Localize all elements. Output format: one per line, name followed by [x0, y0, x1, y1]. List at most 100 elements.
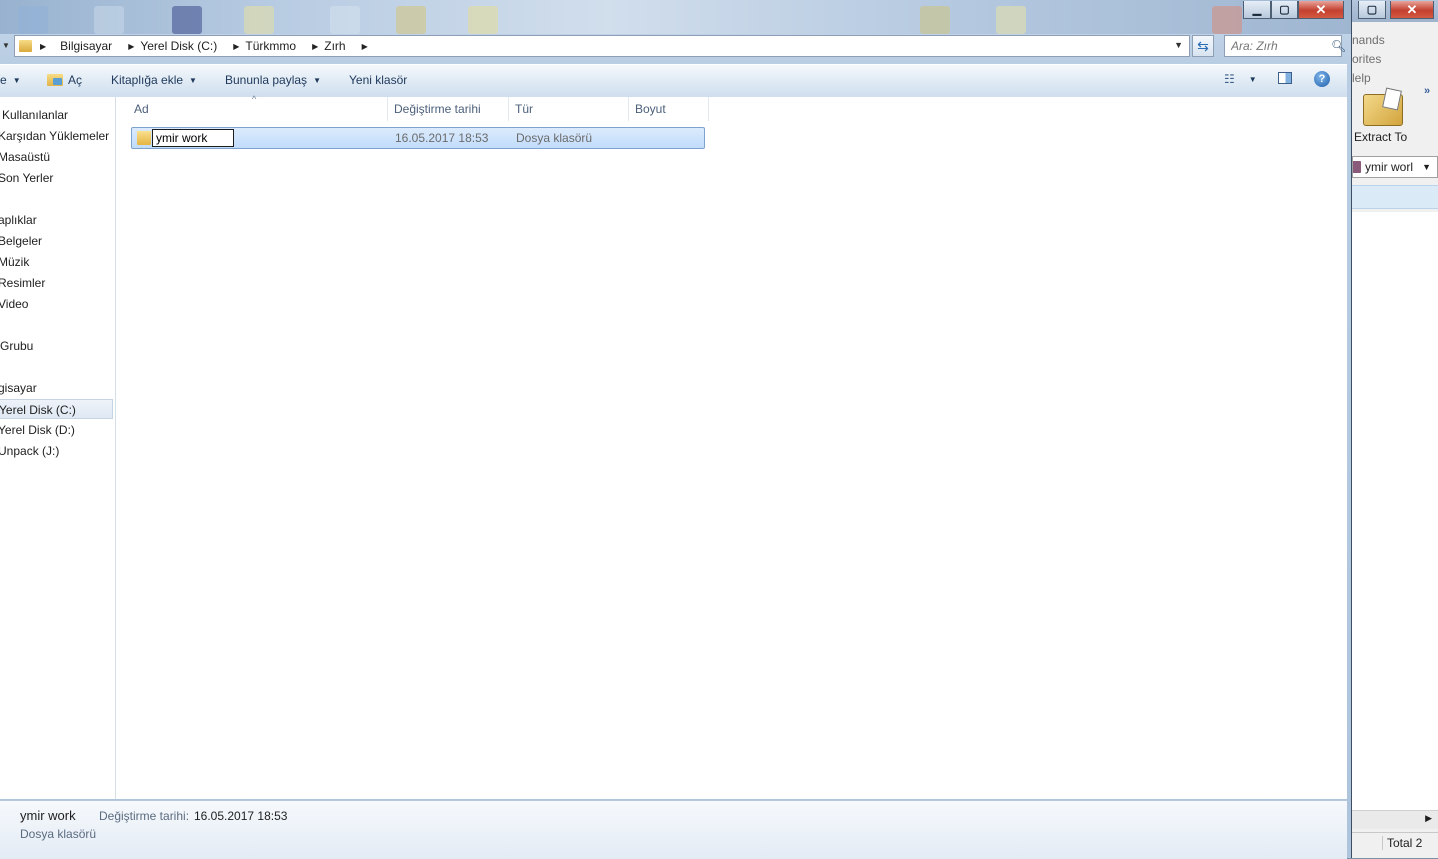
organize-button[interactable]: e ▼ — [0, 73, 21, 87]
maximize-button[interactable]: ▢ — [1271, 1, 1298, 19]
background-close-button[interactable]: ✕ — [1390, 1, 1434, 19]
nav-item-video[interactable]: Video — [0, 294, 113, 314]
nav-item-recent-places[interactable]: Son Yerler — [0, 168, 113, 188]
blurred-desktop-icon — [94, 6, 124, 34]
view-options-button[interactable]: ☷ ▼ — [1224, 72, 1257, 86]
search-box[interactable]: 🔍︎ — [1224, 35, 1346, 57]
blurred-desktop-icon — [996, 6, 1026, 34]
blurred-desktop-icon — [468, 6, 498, 34]
blurred-desktop-icon — [244, 6, 274, 34]
selected-list-row[interactable] — [1352, 185, 1438, 209]
horizontal-scrollbar[interactable]: ▶ — [1352, 810, 1438, 829]
toolbar-overflow-icon[interactable]: » — [1424, 85, 1430, 97]
command-bar: e ▼ Aç Kitaplığa ekle ▼ Bununla paylaş ▼ Ye… — [0, 64, 1347, 98]
details-modified-value: 16.05.2017 18:53 — [194, 809, 288, 823]
search-input[interactable] — [1229, 38, 1329, 54]
nav-item-documents[interactable]: Belgeler — [0, 231, 113, 251]
archive-file-list[interactable] — [1352, 212, 1438, 812]
status-total: Total 2 — [1382, 836, 1422, 850]
open-folder-icon — [47, 74, 63, 86]
minimize-icon: ▁ — [1252, 4, 1262, 16]
open-button[interactable]: Aç — [47, 73, 82, 87]
folder-icon — [19, 40, 32, 52]
address-bar[interactable]: ▶ Bilgisayar ▶ Yerel Disk (C:) ▶ Türkmmo… — [14, 35, 1190, 57]
preview-pane-icon — [1278, 72, 1292, 84]
column-header-modified[interactable]: Değiştirme tarihi — [388, 97, 509, 121]
details-modified-label: Değiştirme tarihi: — [99, 809, 190, 823]
extract-icon — [1363, 94, 1403, 126]
navigation-pane: Kullanılanlar Karşıdan Yüklemeler Masaüs… — [0, 97, 116, 799]
breadcrumb-separator-icon[interactable]: ▶ — [128, 42, 134, 51]
folder-icon — [137, 131, 151, 145]
add-to-library-button[interactable]: Kitaplığa ekle ▼ — [111, 73, 197, 87]
dropdown-arrow-icon: ▼ — [12, 75, 21, 85]
column-header-name[interactable]: Ad — [128, 97, 388, 121]
refresh-button[interactable]: ⇆ — [1192, 35, 1214, 57]
dropdown-arrow-icon: ▼ — [189, 75, 197, 85]
nav-item-homegroup[interactable]: Grubu — [0, 336, 115, 356]
rename-input[interactable] — [152, 129, 234, 147]
sort-ascending-icon: ^ — [252, 94, 257, 104]
close-icon: ✕ — [1406, 1, 1418, 17]
blurred-desktop-icon — [920, 6, 950, 34]
nav-item-drive-j[interactable]: Unpack (J:) — [0, 441, 113, 461]
breadcrumb-turkmmo[interactable]: Türkmmo — [245, 39, 296, 53]
archive-icon — [1353, 161, 1361, 173]
blurred-desktop-icon — [1212, 6, 1242, 34]
details-name: ymir work — [20, 808, 76, 823]
menu-item-help[interactable]: lelp — [1352, 71, 1371, 85]
breadcrumb-separator-icon[interactable]: ▶ — [312, 42, 318, 51]
breadcrumb-zirh[interactable]: Zırh — [324, 39, 345, 53]
nav-item-downloads[interactable]: Karşıdan Yüklemeler — [0, 126, 113, 146]
maximize-icon: ▢ — [1366, 4, 1378, 16]
search-icon[interactable]: 🔍︎ — [1331, 39, 1346, 53]
column-header-type[interactable]: Tür — [509, 97, 629, 121]
close-icon: ✕ — [1315, 1, 1327, 17]
view-options-icon: ☷ — [1224, 72, 1235, 86]
breadcrumb-separator-icon: ▶ — [40, 41, 47, 51]
row-modified: 16.05.2017 18:53 — [395, 131, 489, 145]
history-dropdown-icon[interactable]: ▼ — [2, 41, 10, 50]
blurred-desktop-icon — [396, 6, 426, 34]
file-list[interactable]: Ad ^ Değiştirme tarihi Tür Boyut 16.05.2… — [116, 94, 1347, 799]
scroll-right-icon[interactable]: ▶ — [1425, 813, 1432, 824]
table-row[interactable]: 16.05.2017 18:53 Dosya klasörü — [131, 127, 705, 149]
blurred-desktop-icon — [330, 6, 360, 34]
blurred-desktop-icon — [18, 6, 48, 34]
extract-to-button[interactable]: Extract To — [1354, 92, 1412, 150]
breadcrumb-separator-icon[interactable]: ▶ — [233, 42, 239, 51]
breadcrumb-yerel-disk[interactable]: Yerel Disk (C:) — [140, 39, 217, 53]
share-with-button[interactable]: Bununla paylaş ▼ — [225, 73, 321, 87]
row-type: Dosya klasörü — [516, 131, 593, 145]
new-folder-button[interactable]: Yeni klasör — [349, 73, 407, 87]
nav-item-drive-d[interactable]: Yerel Disk (D:) — [0, 420, 113, 440]
nav-header-computer[interactable]: gisayar — [0, 378, 113, 398]
nav-item-music[interactable]: Müzik — [0, 252, 113, 272]
address-dropdown-icon[interactable]: ▼ — [1174, 40, 1183, 50]
path-combo[interactable]: ymir worl ▼ — [1352, 156, 1438, 178]
dropdown-arrow-icon: ▼ — [313, 75, 321, 85]
nav-header-libraries[interactable]: aplıklar — [0, 210, 113, 230]
nav-item-recent[interactable]: Kullanılanlar — [2, 105, 115, 125]
menu-item-commands[interactable]: nands — [1352, 33, 1385, 47]
help-button[interactable]: ? — [1314, 71, 1330, 87]
background-maximize-button[interactable]: ▢ — [1358, 1, 1386, 19]
title-bar[interactable]: ▁ ▢ ✕ — [0, 0, 1351, 34]
minimize-button[interactable]: ▁ — [1243, 1, 1271, 19]
chevron-down-icon: ▼ — [1422, 162, 1431, 172]
breadcrumb-bilgisayar[interactable]: Bilgisayar — [60, 39, 112, 53]
menu-item-favorites[interactable]: orites — [1352, 52, 1381, 66]
blurred-desktop-icon — [172, 6, 202, 34]
details-pane: ymir work Dosya klasörü Değiştirme tarih… — [0, 800, 1347, 859]
background-title-bar[interactable]: ▢ ✕ — [1352, 0, 1438, 22]
background-archive-window: ▢ ✕ nands orites lelp » Extract To ymir … — [1352, 0, 1438, 858]
preview-pane-button[interactable] — [1278, 72, 1292, 84]
dropdown-arrow-icon: ▼ — [1248, 74, 1257, 84]
close-button[interactable]: ✕ — [1298, 1, 1344, 19]
column-header-size[interactable]: Boyut — [629, 97, 709, 121]
nav-item-pictures[interactable]: Resimler — [0, 273, 113, 293]
nav-item-drive-c[interactable]: Yerel Disk (C:) — [0, 399, 113, 419]
nav-item-desktop[interactable]: Masaüstü — [0, 147, 113, 167]
breadcrumb-separator-icon[interactable]: ▶ — [362, 42, 368, 51]
refresh-icon: ⇆ — [1197, 37, 1209, 54]
